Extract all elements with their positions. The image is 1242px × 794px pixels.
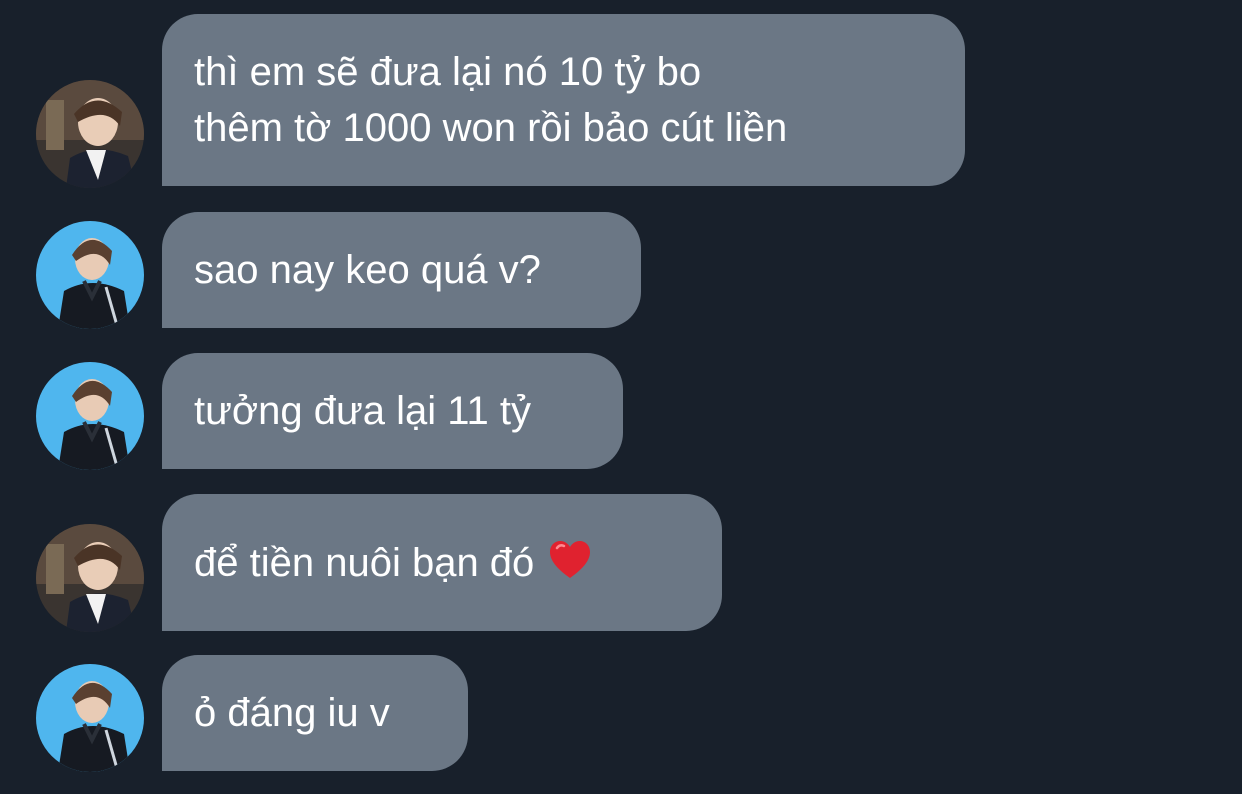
message-text-line: tưởng đưa lại 11 tỷ xyxy=(194,389,531,433)
message-bubble[interactable]: tưởng đưa lại 11 tỷ xyxy=(162,353,623,469)
avatar-user-b-image xyxy=(36,362,144,470)
message-text-line: thêm tờ 1000 won rồi bảo cút liền xyxy=(194,106,788,150)
message-text-line: để tiền nuôi bạn đó xyxy=(194,535,592,591)
message-bubble[interactable]: ỏ đáng iu v xyxy=(162,655,468,771)
chat-thread: thì em sẽ đưa lại nó 10 tỷ bo thêm tờ 10… xyxy=(0,0,1242,794)
message-text-line: sao nay keo quá v? xyxy=(194,248,541,292)
avatar-user-a[interactable] xyxy=(36,524,144,632)
avatar-user-b[interactable] xyxy=(36,362,144,470)
avatar-user-b-image xyxy=(36,664,144,772)
heart-icon xyxy=(550,540,591,578)
message-bubble[interactable]: để tiền nuôi bạn đó xyxy=(162,494,722,631)
avatar-user-b[interactable] xyxy=(36,221,144,329)
avatar-user-a-image xyxy=(36,80,144,188)
avatar-user-a-image xyxy=(36,524,144,632)
message-bubble[interactable]: sao nay keo quá v? xyxy=(162,212,641,328)
message-text-line: ỏ đáng iu v xyxy=(194,691,390,735)
avatar-user-a[interactable] xyxy=(36,80,144,188)
message-text: để tiền nuôi bạn đó xyxy=(194,540,535,585)
message-text-line: thì em sẽ đưa lại nó 10 tỷ bo xyxy=(194,50,702,94)
avatar-user-b[interactable] xyxy=(36,664,144,772)
message-bubble[interactable]: thì em sẽ đưa lại nó 10 tỷ bo thêm tờ 10… xyxy=(162,14,965,186)
avatar-user-b-image xyxy=(36,221,144,329)
